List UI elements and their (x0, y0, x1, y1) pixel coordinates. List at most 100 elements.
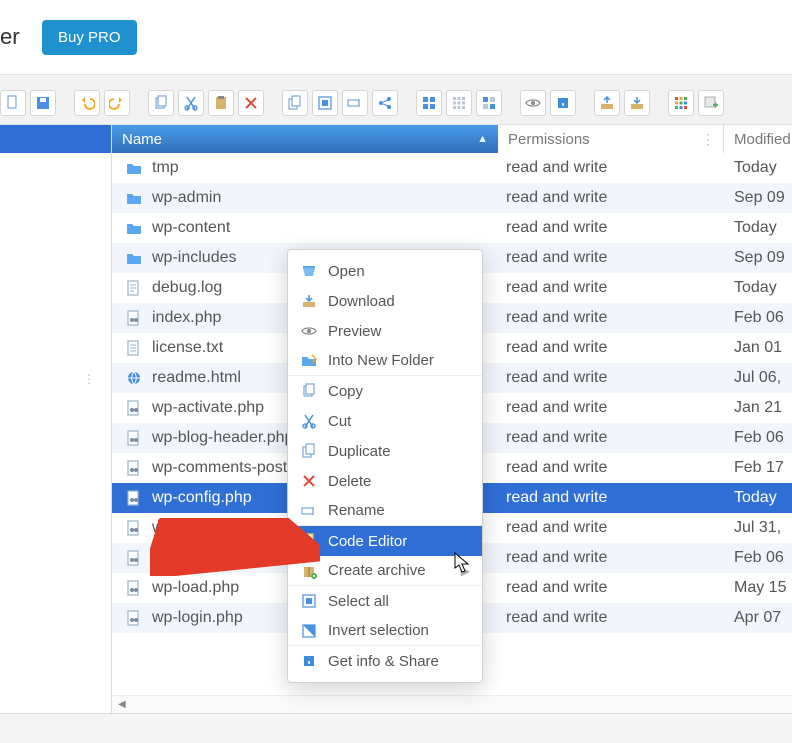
download-icon[interactable] (624, 90, 650, 116)
column-permissions[interactable]: Permissions ⋮ (498, 125, 724, 153)
new-file-icon[interactable] (0, 90, 26, 116)
toolbar (0, 81, 792, 125)
column-name[interactable]: Name ▲ (112, 125, 498, 153)
html-icon (124, 369, 144, 387)
buy-pro-button[interactable]: Buy PRO (42, 20, 137, 55)
column-mod-label: Modified (734, 131, 791, 148)
grid-medium-icon[interactable] (476, 90, 502, 116)
menu-copy[interactable]: Copy (288, 376, 482, 406)
menu-into-new-folder[interactable]: Into New Folder (288, 346, 482, 376)
selectall-icon (300, 592, 318, 610)
share-icon[interactable] (372, 90, 398, 116)
menu-preview[interactable]: Preview (288, 316, 482, 346)
preview-icon (300, 322, 318, 340)
duplicate-icon[interactable] (282, 90, 308, 116)
column-resize-grip[interactable]: ⋮ (701, 131, 713, 148)
menu-item-label: Select all (328, 593, 389, 610)
file-name: wp-cron.php (152, 519, 240, 537)
column-modified[interactable]: Modified (724, 125, 792, 153)
redo-icon[interactable] (104, 90, 130, 116)
pane-splitter[interactable]: ⋮ (83, 372, 97, 386)
menu-select-all[interactable]: Select all (288, 586, 482, 616)
php-icon (124, 489, 144, 507)
app-add-icon[interactable] (698, 90, 724, 116)
folder-tree[interactable] (0, 125, 112, 713)
file-permissions: read and write (498, 249, 724, 267)
download-icon (300, 292, 318, 310)
file-permissions: read and write (498, 489, 724, 507)
php-icon (124, 549, 144, 567)
file-name: wp-activate.php (152, 399, 264, 417)
file-row[interactable]: tmpread and writeToday (112, 153, 792, 183)
file-name: wp-links-opml.php (152, 549, 281, 567)
menu-item-label: Rename (328, 502, 385, 519)
rename-icon (300, 502, 318, 520)
menu-create-archive[interactable]: Create archive▶ (288, 556, 482, 586)
file-modified: Today (724, 279, 792, 297)
context-menu: Open Download PreviewInto New Folder Copy Cu… (287, 249, 483, 683)
undo-icon[interactable] (74, 90, 100, 116)
menu-duplicate[interactable]: Duplicate (288, 436, 482, 466)
copy-icon (300, 382, 318, 400)
file-row[interactable]: wp-adminread and writeSep 09 (112, 183, 792, 213)
sort-asc-icon: ▲ (477, 133, 488, 145)
preview-icon[interactable] (520, 90, 546, 116)
file-modified: Apr 07 (724, 609, 792, 627)
grid-small-icon[interactable] (446, 90, 472, 116)
menu-invert-selection[interactable]: Invert selection (288, 616, 482, 646)
cut-icon[interactable] (178, 90, 204, 116)
php-icon (124, 609, 144, 627)
select-all-icon[interactable] (312, 90, 338, 116)
page-header: er Buy PRO (0, 0, 792, 75)
archive-icon (300, 562, 318, 580)
grid-large-icon[interactable] (416, 90, 442, 116)
php-icon (124, 399, 144, 417)
file-permissions: read and write (498, 279, 724, 297)
save-icon[interactable] (30, 90, 56, 116)
duplicate-icon (300, 442, 318, 460)
menu-delete[interactable]: Delete (288, 466, 482, 496)
menu-open[interactable]: Open (288, 256, 482, 286)
rename-icon[interactable] (342, 90, 368, 116)
menu-item-label: Delete (328, 473, 371, 490)
menu-item-label: Invert selection (328, 622, 429, 639)
php-icon (124, 579, 144, 597)
delete-icon (300, 472, 318, 490)
file-permissions: read and write (498, 309, 724, 327)
status-bar (0, 713, 792, 741)
menu-get-info-share[interactable]: Get info & Share (288, 646, 482, 676)
file-name: wp-admin (152, 189, 221, 207)
menu-item-label: Cut (328, 413, 351, 430)
menu-item-label: Download (328, 293, 395, 310)
menu-rename[interactable]: Rename (288, 496, 482, 526)
invert-icon (300, 622, 318, 640)
file-permissions: read and write (498, 219, 724, 237)
newfolder-icon (300, 352, 318, 370)
horizontal-scrollbar[interactable] (112, 695, 792, 713)
file-name: wp-login.php (152, 609, 243, 627)
apps-icon[interactable] (668, 90, 694, 116)
upload-icon[interactable] (594, 90, 620, 116)
menu-item-label: Copy (328, 383, 363, 400)
info-icon[interactable] (550, 90, 576, 116)
delete-icon[interactable] (238, 90, 264, 116)
file-name: license.txt (152, 339, 223, 357)
menu-item-label: Code Editor (328, 533, 407, 550)
submenu-arrow-icon: ▶ (461, 564, 470, 578)
folder-tree-selected[interactable] (0, 125, 111, 153)
file-name: readme.html (152, 369, 241, 387)
paste-icon[interactable] (208, 90, 234, 116)
folder-icon (124, 189, 144, 207)
file-name: wp-blog-header.php (152, 429, 293, 447)
menu-download[interactable]: Download (288, 286, 482, 316)
php-icon (124, 519, 144, 537)
file-modified: Jan 01 (724, 339, 792, 357)
copy-icon[interactable] (148, 90, 174, 116)
menu-code-editor[interactable]: Code Editor (288, 526, 482, 556)
menu-cut[interactable]: Cut (288, 406, 482, 436)
file-modified: Jul 31, (724, 519, 792, 537)
file-row[interactable]: wp-contentread and writeToday (112, 213, 792, 243)
file-permissions: read and write (498, 339, 724, 357)
file-name: wp-load.php (152, 579, 239, 597)
log-icon (124, 279, 144, 297)
